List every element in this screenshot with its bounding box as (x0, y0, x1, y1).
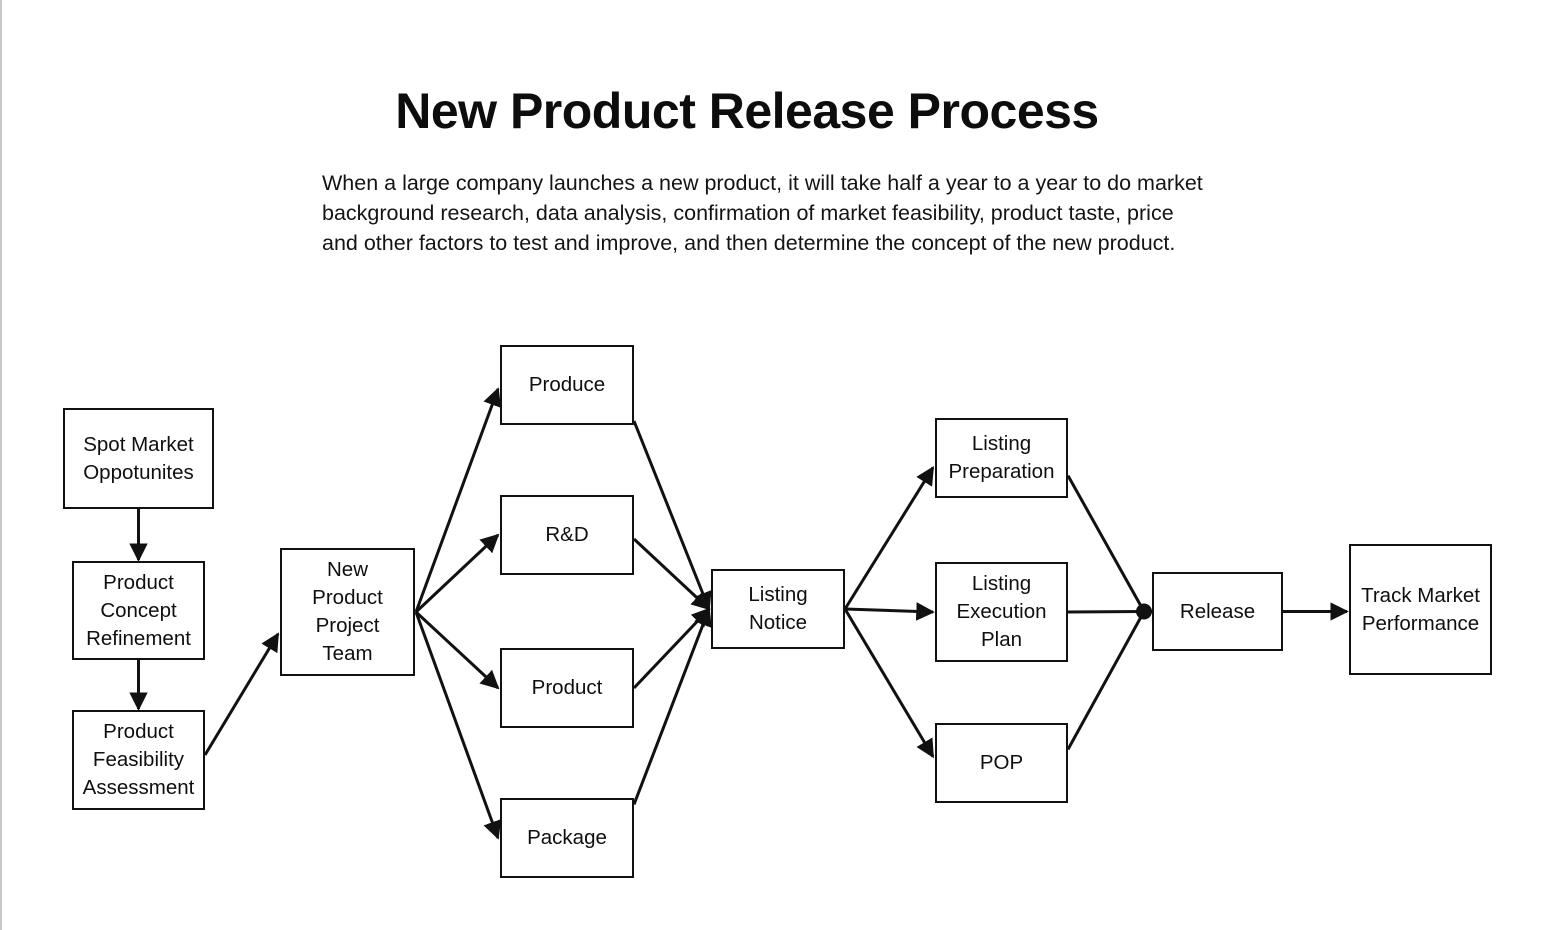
node-produce[interactable]: Produce (500, 345, 634, 425)
edge-project-team-to-produce (414, 387, 501, 613)
node-release[interactable]: Release (1152, 572, 1283, 651)
node-label: New Product Project Team (312, 558, 383, 665)
node-label: Release (1179, 599, 1256, 623)
node-project_team[interactable]: New Product Project Team (280, 548, 415, 676)
node-concept_refinement[interactable]: Product Concept Refinement (72, 561, 205, 660)
node-label: Listing Preparation (948, 432, 1055, 483)
edge-product-to-listing-notice (632, 607, 711, 690)
node-listing_exec[interactable]: Listing Execution Plan (935, 562, 1068, 662)
node-package[interactable]: Package (500, 798, 634, 878)
node-pop[interactable]: POP (935, 723, 1068, 803)
node-label: Produce (528, 373, 606, 396)
node-label: Listing Notice (748, 583, 808, 634)
node-spot_market[interactable]: Spot Market Oppotunites (63, 408, 214, 509)
release-merge-junction (1136, 603, 1152, 620)
node-listing_prep[interactable]: Listing Preparation (935, 418, 1068, 498)
edge-project-team-to-package (414, 611, 502, 840)
edge-rnd-to-listing-notice (632, 537, 711, 611)
edge-listing-notice-to-pop (843, 608, 935, 759)
edge-listing-notice-to-listing-execution-plan (844, 602, 935, 621)
node-label: Product Feasibility Assessment (82, 720, 195, 799)
edge-feasibility-to-project-team (203, 632, 280, 756)
node-listing_notice[interactable]: Listing Notice (711, 569, 845, 649)
flowchart-connectors (129, 387, 1349, 840)
node-label: Spot Market Oppotunites (83, 432, 194, 484)
node-label: Product Concept Refinement (86, 570, 191, 650)
edge-listing-preparation-to-release (1066, 474, 1146, 613)
diagram-page: New Product Release Process When a large… (0, 0, 1549, 930)
node-label: Listing Execution Plan (956, 572, 1047, 651)
node-label: Track Market Performance (1361, 583, 1480, 635)
node-track_market[interactable]: Track Market Performance (1349, 544, 1492, 675)
edge-pop-to-release (1066, 610, 1146, 751)
edge-package-to-listing-notice (632, 607, 712, 805)
node-rnd[interactable]: R&D (500, 495, 634, 575)
edge-listing-notice-to-listing-preparation (843, 466, 935, 610)
edge-produce-to-listing-notice (632, 420, 712, 611)
node-label: POP (979, 751, 1024, 774)
node-label: Product (531, 676, 603, 699)
node-product[interactable]: Product (500, 648, 634, 728)
edge-project-team-to-rnd (414, 533, 500, 614)
node-feasibility[interactable]: Product Feasibility Assessment (72, 710, 205, 810)
edge-listing-execution-plan-to-release (1067, 610, 1145, 614)
node-label: Package (527, 826, 607, 849)
node-label: R&D (545, 523, 589, 546)
